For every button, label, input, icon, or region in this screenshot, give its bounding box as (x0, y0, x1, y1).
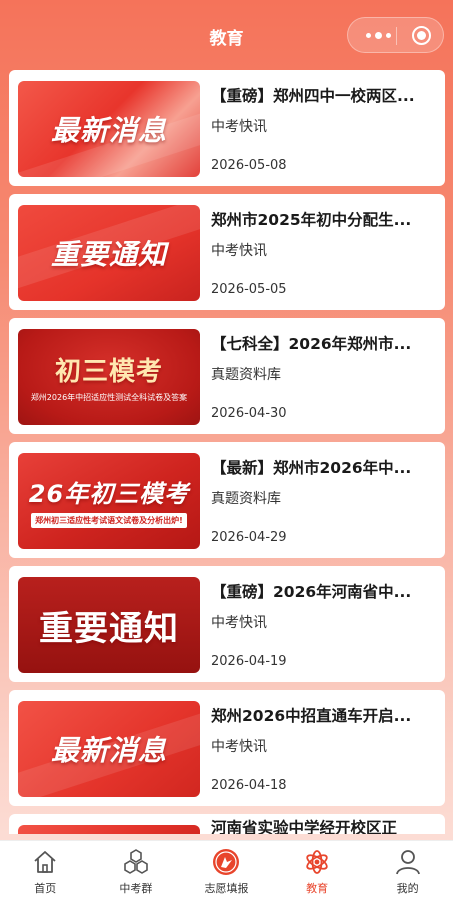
capsule-divider (396, 27, 397, 45)
article-thumbnail: 最新消息 (18, 81, 200, 177)
article-date: 2026-05-08 (211, 158, 287, 173)
tab-label: 中考群 (119, 882, 153, 895)
tab-label: 志愿填报 (204, 882, 249, 895)
tab-mine[interactable]: 我的 (362, 841, 453, 897)
tab-label: 我的 (396, 882, 419, 895)
article-card[interactable]: 初三模考 郑州2026年中招适应性测试全科试卷及答案 【七科全】2026年郑州市… (9, 318, 445, 434)
article-card[interactable]: 重要通知 郑州市2025年初中分配生... 中考快讯 2026-05-05 (9, 194, 445, 310)
article-thumbnail: 重要通知 (18, 577, 200, 673)
tab-group[interactable]: 中考群 (91, 841, 182, 897)
close-miniprogram-icon[interactable] (412, 26, 431, 45)
article-date: 2026-05-05 (211, 282, 287, 297)
article-title: 郑州2026中招直通车开启... (211, 707, 412, 725)
article-date: 2026-04-29 (211, 530, 287, 545)
hexagon-group-icon (124, 849, 148, 874)
article-title: 【七科全】2026年郑州市... (211, 335, 412, 353)
tab-label: 教育 (306, 882, 329, 895)
article-title: 【重磅】2026年河南省中... (211, 583, 412, 601)
article-title: 郑州市2025年初中分配生... (211, 211, 412, 229)
article-date: 2026-04-18 (211, 778, 287, 793)
bottom-tab-bar: 首页 中考群 志愿填报 教育 我的 (0, 840, 453, 918)
article-title: 【重磅】郑州四中一校两区... (211, 87, 415, 105)
more-menu-icon[interactable] (362, 28, 394, 42)
home-icon (34, 851, 56, 873)
article-list: 最新消息 【重磅】郑州四中一校两区... 中考快讯 2026-05-08 重要通… (9, 70, 445, 834)
article-category: 中考快讯 (211, 119, 267, 135)
article-card[interactable]: 最新消息 郑州2026中招直通车开启... 中考快讯 2026-04-18 (9, 690, 445, 806)
article-thumbnail (18, 825, 200, 834)
tab-label: 首页 (34, 882, 57, 895)
article-title: 河南省实验中学经开校区正 (211, 819, 398, 834)
tab-application[interactable]: 志愿填报 (181, 841, 272, 897)
tab-home[interactable]: 首页 (0, 841, 91, 897)
article-category: 真题资料库 (211, 367, 281, 383)
article-date: 2026-04-19 (211, 654, 287, 669)
article-category: 中考快讯 (211, 243, 267, 259)
article-card[interactable]: 最新消息 【重磅】郑州四中一校两区... 中考快讯 2026-05-08 (9, 70, 445, 186)
article-category: 中考快讯 (211, 739, 267, 755)
article-card[interactable]: 河南省实验中学经开校区正 (9, 814, 445, 834)
article-category: 真题资料库 (211, 491, 281, 507)
article-title: 【最新】郑州市2026年中... (211, 459, 412, 477)
tab-education[interactable]: 教育 (272, 841, 363, 897)
article-thumbnail: 重要通知 (18, 205, 200, 301)
article-date: 2026-04-30 (211, 406, 287, 421)
article-category: 中考快讯 (211, 615, 267, 631)
article-card[interactable]: 重要通知 【重磅】2026年河南省中... 中考快讯 2026-04-19 (9, 566, 445, 682)
atom-icon (306, 850, 328, 874)
miniprogram-capsule (347, 17, 444, 53)
article-card[interactable]: 26年初三模考 郑州初三适应性考试语文试卷及分析出炉! 【最新】郑州市2026年… (9, 442, 445, 558)
user-icon (395, 850, 420, 875)
article-thumbnail: 26年初三模考 郑州初三适应性考试语文试卷及分析出炉! (18, 453, 200, 549)
article-thumbnail: 最新消息 (18, 701, 200, 797)
fill-application-icon (213, 849, 240, 875)
article-thumbnail: 初三模考 郑州2026年中招适应性测试全科试卷及答案 (18, 329, 200, 425)
top-navigation-bar: 教育 (0, 0, 453, 70)
